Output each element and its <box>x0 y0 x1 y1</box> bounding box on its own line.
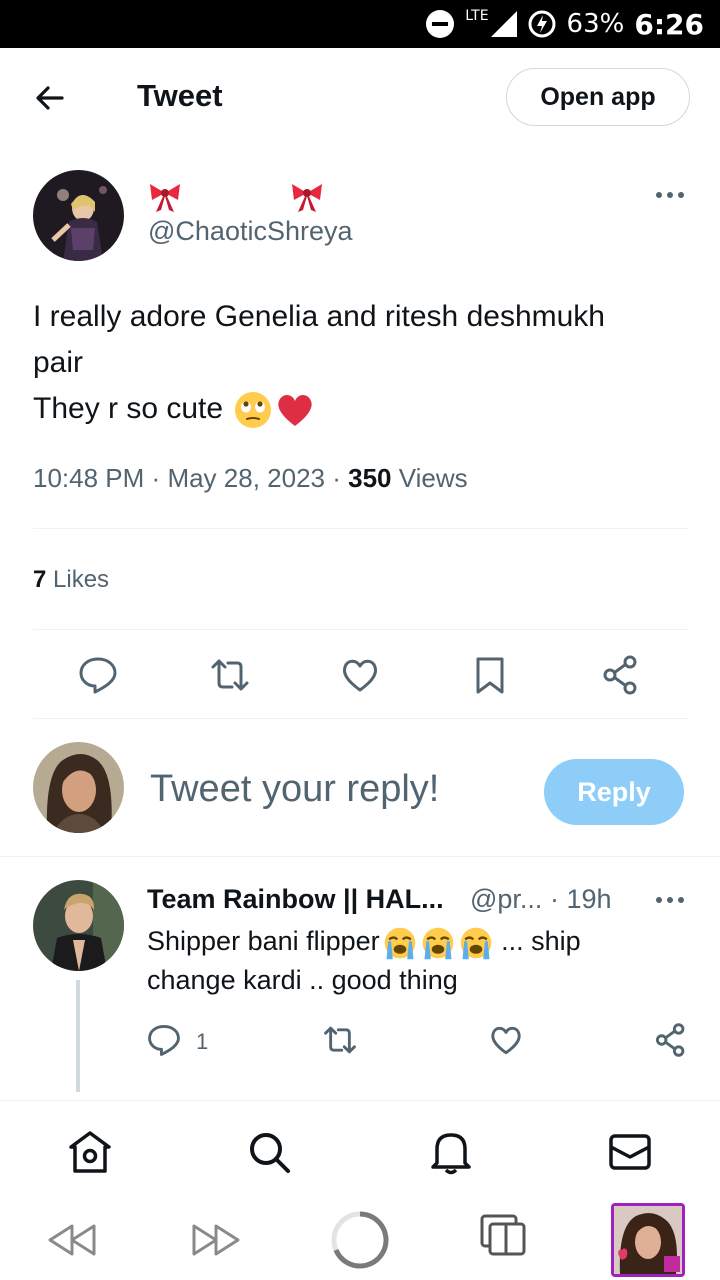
bow-emoji-icon <box>292 184 322 212</box>
like-heart-icon[interactable] <box>340 655 380 695</box>
status-bar: LTE 63% 6:26 <box>0 0 720 48</box>
reply-author-avatar[interactable] <box>33 880 124 971</box>
search-icon[interactable] <box>246 1129 292 1175</box>
likes-count: 7 <box>33 566 47 593</box>
do-not-disturb-icon <box>426 10 455 38</box>
tweet-date[interactable]: May 28, 2023 <box>167 463 325 493</box>
tweet-meta: 10:48 PM · May 28, 2023 · 350 Views <box>33 463 468 494</box>
loudly-crying-face-emoji-icon <box>422 927 453 960</box>
likes-label: Likes <box>53 566 110 593</box>
clock: 6:26 <box>634 7 704 41</box>
share-icon[interactable] <box>601 655 641 695</box>
tweet-text-line: pair <box>33 346 84 379</box>
separator: · <box>151 463 161 493</box>
reply-input[interactable]: Tweet your reply! <box>150 768 439 811</box>
fast-forward-icon[interactable] <box>190 1220 242 1260</box>
profile-avatar[interactable] <box>611 1203 685 1277</box>
views-label: Views <box>398 463 468 493</box>
reply-text-part: Shipper bani flipper <box>147 926 380 956</box>
loudly-crying-face-emoji-icon <box>384 927 415 960</box>
back-arrow-icon[interactable] <box>30 78 70 118</box>
tweet-text: I really adore Genelia and ritesh deshmu… <box>33 294 683 432</box>
like-heart-icon[interactable] <box>489 1023 523 1057</box>
top-header: Tweet Open app <box>0 48 720 148</box>
retweet-icon[interactable] <box>210 655 250 695</box>
reply-age[interactable]: · 19h <box>550 884 612 914</box>
divider <box>33 528 688 529</box>
network-label: LTE <box>465 8 489 24</box>
signal-icon <box>490 11 517 37</box>
reply-author-handle[interactable]: @pr... <box>470 884 542 914</box>
browser-toolbar <box>0 1200 720 1280</box>
divider <box>33 629 688 630</box>
reply-button[interactable]: Reply <box>544 759 684 825</box>
tweet-time[interactable]: 10:48 PM <box>33 463 144 493</box>
share-icon[interactable] <box>654 1023 688 1057</box>
open-app-button[interactable]: Open app <box>506 68 690 126</box>
views-count: 350 <box>348 463 392 493</box>
reply-count: 1 <box>196 1029 209 1054</box>
loading-spinner-icon[interactable] <box>330 1210 390 1270</box>
reply-text-line: Shipper bani flipper ... ship <box>147 922 667 961</box>
bow-emoji-icon <box>150 184 180 212</box>
face-rolling-eyes-emoji-icon <box>235 392 272 429</box>
bookmark-icon[interactable] <box>470 655 510 695</box>
rewind-back-icon[interactable] <box>46 1220 98 1260</box>
reply-text-line: change kardi .. good thing <box>147 964 458 995</box>
more-options-icon[interactable] <box>654 893 686 907</box>
reply-author-name[interactable]: Team Rainbow || HAL... <box>147 884 444 915</box>
reply-icon[interactable] <box>147 1023 181 1057</box>
battery-percent: 63% <box>566 9 625 39</box>
tweet-text-line: They r so cute <box>33 392 224 425</box>
thread-line <box>76 980 80 1092</box>
battery-saver-icon <box>528 10 556 38</box>
reply-text: Shipper bani flipper ... ship change kar… <box>147 922 667 999</box>
messages-envelope-icon[interactable] <box>607 1129 653 1175</box>
likes-summary[interactable]: 7 Likes <box>33 566 109 594</box>
home-icon[interactable] <box>67 1129 113 1175</box>
notifications-bell-icon[interactable] <box>428 1129 474 1175</box>
more-options-icon[interactable] <box>654 188 686 202</box>
divider <box>33 718 688 719</box>
tabs-icon[interactable] <box>480 1214 528 1258</box>
divider <box>0 856 720 857</box>
reply-text-part: ... ship <box>493 926 581 956</box>
bottom-navigation <box>0 1100 720 1200</box>
separator: · <box>332 463 341 493</box>
tweet-text-line: I really adore Genelia and ritesh deshmu… <box>33 300 605 333</box>
reply-author-meta: @pr... · 19h <box>470 884 612 915</box>
red-heart-emoji-icon <box>278 395 313 427</box>
tweet-text-line-last: They r so cute <box>33 386 683 432</box>
loudly-crying-face-emoji-icon <box>460 927 491 960</box>
author-avatar[interactable] <box>33 170 124 261</box>
page-title: Tweet <box>137 78 223 113</box>
current-user-avatar <box>33 742 124 833</box>
retweet-icon[interactable] <box>323 1023 357 1057</box>
author-handle[interactable]: @ChaoticShreya <box>148 216 353 247</box>
reply-icon[interactable] <box>78 655 118 695</box>
